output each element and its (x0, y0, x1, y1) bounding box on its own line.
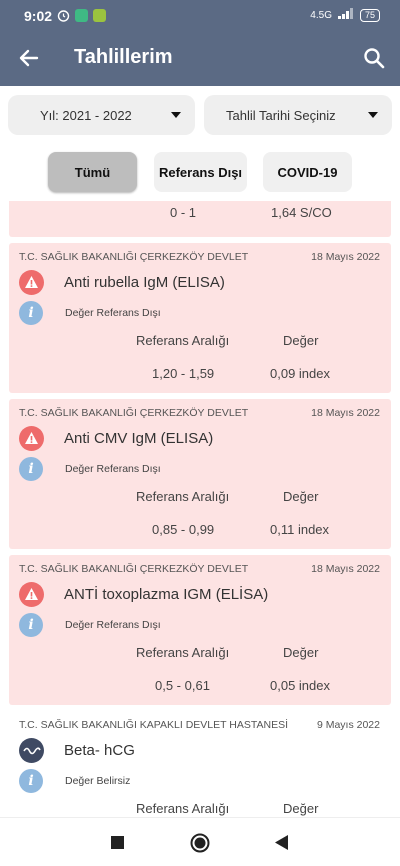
home-icon[interactable] (190, 833, 210, 858)
value-label: Değer (283, 333, 319, 348)
warning-icon (19, 582, 44, 607)
result-card[interactable]: T.C. SAĞLIK BAKANLIĞI ÇERKEZKÖY DEVLET 1… (9, 399, 391, 549)
result-card-partial[interactable]: 0 - 1 1,64 S/CO (9, 201, 391, 237)
status-time: 9:02 (24, 8, 53, 24)
reference-range-value: 0,85 - 0,99 (152, 522, 215, 537)
info-icon[interactable]: i (19, 769, 43, 793)
test-name: ANTİ toxoplazma IGM (ELİSA) (64, 586, 269, 603)
reference-range-label: Referans Aralığı (136, 489, 230, 504)
filter-tabs: Tümü Referans Dışı COVID-19 (0, 152, 400, 192)
hospital-name: T.C. SAĞLIK BAKANLIĞI ÇERKEZKÖY DEVLET (19, 563, 249, 575)
info-icon[interactable]: i (19, 613, 43, 637)
app-bar: Tahlillerim (0, 30, 400, 86)
test-date: 18 Mayıs 2022 (311, 251, 380, 263)
filter-bar: Yıl: 2021 - 2022 Tahlil Tarihi Seçiniz (8, 95, 392, 135)
date-dropdown[interactable]: Tahlil Tarihi Seçiniz (204, 95, 392, 135)
result-status: Değer Belirsiz (65, 775, 131, 787)
back-icon[interactable] (275, 835, 288, 855)
reference-range-value: 0 - 1 (170, 205, 197, 220)
wave-icon (19, 738, 44, 763)
test-name: Beta- hCG (64, 742, 135, 759)
date-dropdown-value: Tahlil Tarihi Seçiniz (226, 108, 336, 123)
result-card[interactable]: T.C. SAĞLIK BAKANLIĞI KAPAKLI DEVLET HAS… (9, 711, 391, 817)
year-dropdown[interactable]: Yıl: 2021 - 2022 (8, 95, 195, 135)
test-name: Anti rubella IgM (ELISA) (64, 274, 225, 291)
result-status: Değer Referans Dışı (65, 307, 161, 319)
result-value: 1,64 S/CO (271, 205, 332, 220)
signal-icon (337, 8, 354, 22)
reference-range-label: Referans Aralığı (136, 333, 230, 348)
app-notification-icon (75, 9, 88, 22)
search-icon[interactable] (362, 46, 386, 70)
result-status: Değer Referans Dışı (65, 463, 161, 475)
result-value: 0,09 index (270, 366, 330, 381)
chevron-down-icon (368, 112, 378, 118)
tab-out-of-range[interactable]: Referans Dışı (154, 152, 247, 192)
test-date: 9 Mayıs 2022 (316, 719, 380, 731)
reference-range-value: 1,20 - 1,59 (152, 366, 215, 381)
page-title: Tahlillerim (74, 46, 173, 68)
hospital-name: T.C. SAĞLIK BAKANLIĞI ÇERKEZKÖY DEVLET (19, 251, 249, 263)
hospital-name: T.C. SAĞLIK BAKANLIĞI ÇERKEZKÖY DEVLET (19, 407, 249, 419)
warning-icon (19, 270, 44, 295)
year-dropdown-value: Yıl: 2021 - 2022 (40, 108, 132, 123)
alarm-icon (57, 9, 70, 22)
reference-range-label: Referans Aralığı (136, 645, 230, 660)
value-label: Değer (283, 801, 319, 816)
result-value: 0,05 index (270, 678, 330, 693)
result-value: 0,11 index (270, 522, 330, 537)
test-name: Anti CMV IgM (ELISA) (64, 430, 214, 447)
value-label: Değer (283, 489, 319, 504)
status-bar: 9:02 4.5G 75 (0, 0, 400, 30)
warning-icon (19, 426, 44, 451)
result-card[interactable]: T.C. SAĞLIK BAKANLIĞI ÇERKEZKÖY DEVLET 1… (9, 555, 391, 705)
recents-icon[interactable] (111, 836, 124, 854)
reference-range-value: 0,5 - 0,61 (155, 678, 210, 693)
test-date: 18 Mayıs 2022 (311, 563, 380, 575)
system-nav-bar (0, 817, 400, 866)
results-list[interactable]: 0 - 1 1,64 S/CO T.C. SAĞLIK BAKANLIĞI ÇE… (0, 201, 400, 817)
result-card[interactable]: T.C. SAĞLIK BAKANLIĞI ÇERKEZKÖY DEVLET 1… (9, 243, 391, 393)
status-indicators: 4.5G 75 (310, 8, 380, 22)
battery-icon: 75 (359, 8, 380, 22)
reference-range-label: Referans Aralığı (136, 801, 230, 816)
back-arrow-icon[interactable] (17, 46, 41, 70)
chevron-down-icon (171, 112, 181, 118)
info-icon[interactable]: i (19, 457, 43, 481)
value-label: Değer (283, 645, 319, 660)
test-date: 18 Mayıs 2022 (311, 407, 380, 419)
result-status: Değer Referans Dışı (65, 619, 161, 631)
tab-covid[interactable]: COVID-19 (263, 152, 352, 192)
tab-all[interactable]: Tümü (48, 152, 137, 192)
download-notification-icon (93, 9, 106, 22)
hospital-name: T.C. SAĞLIK BAKANLIĞI KAPAKLI DEVLET HAS… (19, 719, 289, 731)
info-icon[interactable]: i (19, 301, 43, 325)
network-type: 4.5G (310, 9, 332, 21)
